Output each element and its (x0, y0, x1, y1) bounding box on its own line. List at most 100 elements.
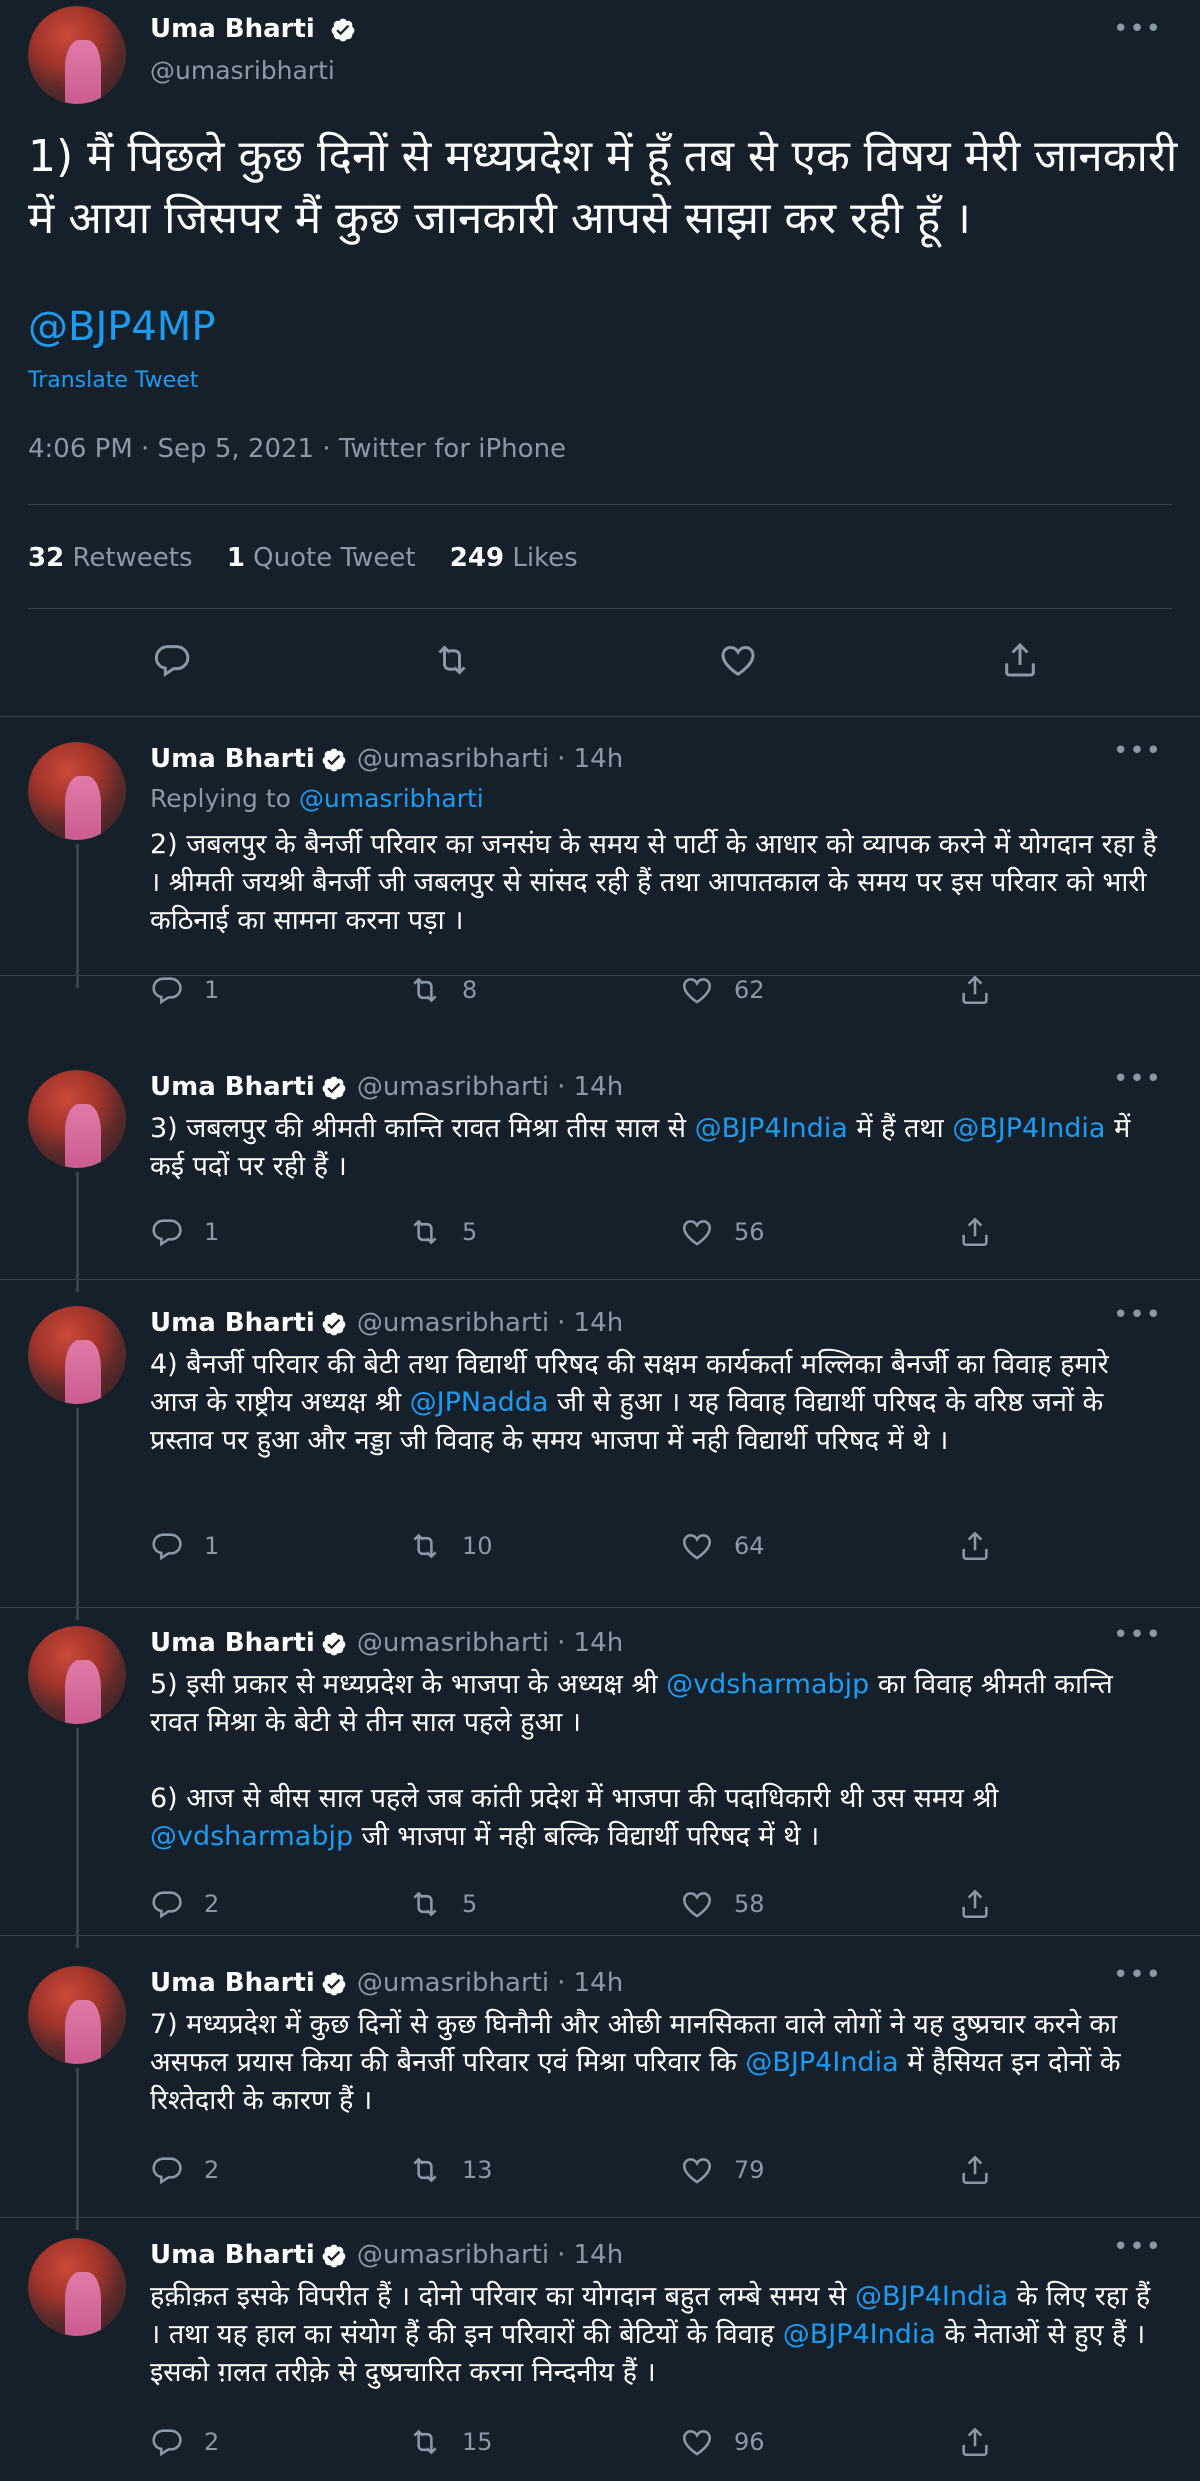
mention-link[interactable]: @BJP4India (745, 2047, 898, 2078)
more-icon[interactable]: ••• (1113, 1064, 1162, 1094)
reply-button[interactable]: 1 (150, 1212, 219, 1252)
like-button[interactable]: 62 (680, 970, 765, 1010)
share-button[interactable] (958, 1526, 1012, 1566)
like-count: 62 (734, 976, 765, 1004)
reply-tweet[interactable]: Uma Bharti @umasribharti · 14h ••• 3) जबलपु… (0, 1054, 1200, 1292)
author-name[interactable]: Uma Bharti (150, 1072, 315, 1102)
action-bar: 2 15 96 (150, 2422, 1150, 2462)
like-button[interactable]: 58 (680, 1884, 765, 1924)
reply-button[interactable]: 2 (150, 2150, 219, 2190)
reply-button[interactable]: 2 (150, 1884, 219, 1924)
author-handle[interactable]: @umasribharti (357, 1628, 549, 1658)
thread-line (76, 1172, 79, 1292)
more-icon[interactable]: ••• (1113, 2232, 1162, 2262)
mention-link[interactable]: @vdsharmabjp (150, 1821, 353, 1852)
retweet-button[interactable]: 15 (408, 2422, 493, 2462)
share-button[interactable] (958, 1212, 1012, 1252)
timestamp[interactable]: · 14h (557, 744, 623, 774)
reply-button[interactable]: 2 (150, 2422, 219, 2462)
author-name[interactable]: Uma Bharti (150, 744, 315, 774)
tweet-stats: 32 Retweets 1 Quote Tweet 249 Likes (28, 543, 604, 573)
retweet-button[interactable]: 5 (408, 1884, 477, 1924)
retweet-icon[interactable] (432, 640, 472, 680)
author-handle[interactable]: @umasribharti (357, 1072, 549, 1102)
likes-stat[interactable]: 249 Likes (450, 543, 578, 573)
retweet-icon (413, 1533, 437, 1559)
divider (0, 2217, 1200, 2218)
like-button[interactable]: 64 (680, 1526, 765, 1566)
like-icon (682, 2158, 712, 2184)
timestamp[interactable]: · 14h (557, 1968, 623, 1998)
reply-tweet[interactable]: Uma Bharti @umasribharti · 14h ••• Replying… (0, 726, 1200, 1005)
more-icon[interactable]: ••• (1113, 736, 1162, 766)
like-icon[interactable] (718, 640, 758, 680)
text-segment: में हैं तथा (847, 1113, 953, 1144)
like-button[interactable]: 56 (680, 1212, 765, 1252)
mention-link[interactable]: @JPNadda (410, 1387, 549, 1418)
share-icon[interactable] (1000, 640, 1040, 680)
more-icon[interactable]: ••• (1113, 1620, 1162, 1650)
action-bar: 2 13 79 (150, 2150, 1150, 2190)
replying-to-link[interactable]: @umasribharti (299, 784, 484, 813)
retweet-button[interactable]: 5 (408, 1212, 477, 1252)
author-name-text[interactable]: Uma Bharti (150, 14, 315, 44)
retweets-stat[interactable]: 32 Retweets (28, 543, 193, 573)
avatar[interactable] (28, 1626, 126, 1724)
reply-text: 4) बैनर्जी परिवार की बेटी तथा विद्यार्थी… (150, 1346, 1160, 1460)
reply-button[interactable]: 1 (150, 970, 219, 1010)
reply-button[interactable]: 1 (150, 1526, 219, 1566)
like-icon (682, 1220, 712, 1246)
author-name[interactable]: Uma Bharti (150, 1968, 315, 1998)
share-button[interactable] (958, 1884, 1012, 1924)
author-name[interactable]: Uma Bharti (150, 2240, 315, 2270)
more-icon[interactable]: ••• (1113, 1960, 1162, 1990)
more-icon[interactable]: ••• (1113, 14, 1162, 44)
like-button[interactable]: 79 (680, 2150, 765, 2190)
retweet-button[interactable]: 13 (408, 2150, 493, 2190)
timestamp[interactable]: · 14h (557, 1072, 623, 1102)
mention-link[interactable]: @BJP4India (783, 2319, 936, 2350)
reply-icon (152, 2157, 182, 2185)
author-handle[interactable]: @umasribharti (357, 1968, 549, 1998)
share-button[interactable] (958, 2150, 1012, 2190)
author-name[interactable]: Uma Bharti (150, 1308, 315, 1338)
retweet-count: 5 (462, 1890, 478, 1918)
quote-tweets-stat[interactable]: 1 Quote Tweet (227, 543, 416, 573)
avatar[interactable] (28, 1306, 126, 1404)
author-handle[interactable]: @umasribharti (150, 56, 335, 85)
author-handle[interactable]: @umasribharti (357, 2240, 549, 2270)
timestamp[interactable]: · 14h (557, 1308, 623, 1338)
avatar[interactable] (28, 742, 126, 840)
retweet-button[interactable]: 10 (408, 1526, 493, 1566)
verified-badge-icon (322, 2244, 346, 2267)
retweet-button[interactable]: 8 (408, 970, 477, 1010)
share-icon (962, 1889, 988, 1919)
mention-link[interactable]: @BJP4India (952, 1113, 1105, 1144)
share-button[interactable] (958, 2422, 1012, 2462)
translate-tweet-link[interactable]: Translate Tweet (28, 368, 198, 393)
author-name[interactable]: Uma Bharti (150, 14, 356, 44)
like-icon (682, 1892, 712, 1918)
avatar[interactable] (28, 6, 126, 104)
author-name[interactable]: Uma Bharti (150, 1628, 315, 1658)
more-icon[interactable]: ••• (1113, 1300, 1162, 1330)
timestamp[interactable]: · 14h (557, 2240, 623, 2270)
timestamp[interactable]: · 14h (557, 1628, 623, 1658)
reply-tweet[interactable]: Uma Bharti @umasribharti · 14h ••• हक़ीक़त … (0, 2222, 1200, 2481)
mention-link[interactable]: @BJP4India (695, 1113, 848, 1144)
mention-link[interactable]: @BJP4India (855, 2281, 1008, 2312)
like-button[interactable]: 96 (680, 2422, 765, 2462)
avatar[interactable] (28, 1966, 126, 2064)
avatar[interactable] (28, 2238, 126, 2336)
reply-tweet[interactable]: Uma Bharti @umasribharti · 14h ••• 4) बैनर्… (0, 1290, 1200, 1620)
reply-tweet[interactable]: Uma Bharti @umasribharti · 14h ••• 7) मध्यप… (0, 1950, 1200, 2230)
mention-link[interactable]: @BJP4MP (28, 304, 215, 350)
share-button[interactable] (958, 970, 1012, 1010)
author-handle[interactable]: @umasribharti (357, 744, 549, 774)
like-count: 96 (734, 2428, 765, 2456)
reply-tweet[interactable]: Uma Bharti @umasribharti · 14h ••• 5) इसी प… (0, 1610, 1200, 1948)
author-handle[interactable]: @umasribharti (357, 1308, 549, 1338)
reply-icon[interactable] (152, 640, 192, 680)
mention-link[interactable]: @vdsharmabjp (666, 1669, 869, 1700)
avatar[interactable] (28, 1070, 126, 1168)
